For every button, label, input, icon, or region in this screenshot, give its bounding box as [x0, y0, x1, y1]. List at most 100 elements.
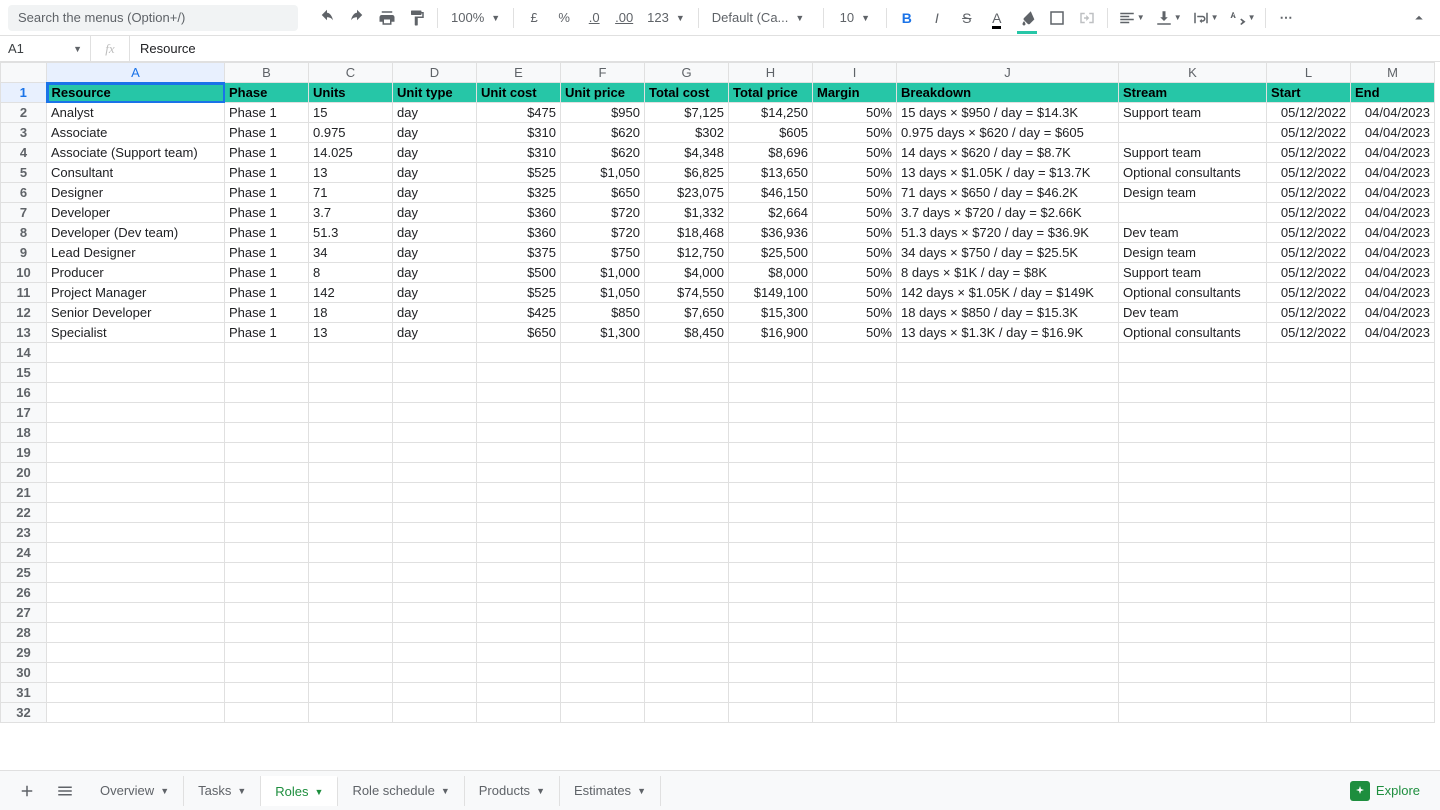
cell[interactable]: $6,825	[645, 163, 729, 183]
cell[interactable]	[897, 543, 1119, 563]
cell[interactable]	[1119, 423, 1267, 443]
cell[interactable]	[393, 643, 477, 663]
cell[interactable]	[897, 403, 1119, 423]
cell[interactable]	[477, 423, 561, 443]
cell[interactable]	[729, 463, 813, 483]
cell[interactable]: $650	[477, 323, 561, 343]
italic-button[interactable]: I	[924, 5, 950, 31]
cell[interactable]: 04/04/2023	[1351, 243, 1435, 263]
cell[interactable]	[1119, 343, 1267, 363]
cell[interactable]: $8,000	[729, 263, 813, 283]
decrease-decimal-button[interactable]: .0	[581, 5, 607, 31]
header-cell[interactable]: Unit price	[561, 83, 645, 103]
cell[interactable]	[1351, 363, 1435, 383]
column-header-C[interactable]: C	[309, 63, 393, 83]
cell[interactable]: Associate (Support team)	[47, 143, 225, 163]
cell[interactable]	[1119, 443, 1267, 463]
cell[interactable]: 04/04/2023	[1351, 223, 1435, 243]
cell[interactable]	[47, 403, 225, 423]
cell[interactable]	[393, 363, 477, 383]
cell[interactable]	[1351, 463, 1435, 483]
cell[interactable]	[897, 603, 1119, 623]
cell[interactable]: $8,696	[729, 143, 813, 163]
cell[interactable]	[309, 363, 393, 383]
cell[interactable]	[1119, 363, 1267, 383]
row-header[interactable]: 23	[1, 523, 47, 543]
undo-button[interactable]	[314, 5, 340, 31]
cell[interactable]	[645, 683, 729, 703]
cell[interactable]: 04/04/2023	[1351, 323, 1435, 343]
cell[interactable]: 34	[309, 243, 393, 263]
sheet-tab-role-schedule[interactable]: Role schedule▼	[338, 776, 464, 806]
cell[interactable]	[47, 643, 225, 663]
cell[interactable]: Designer	[47, 183, 225, 203]
cell[interactable]	[897, 343, 1119, 363]
column-header-E[interactable]: E	[477, 63, 561, 83]
cell[interactable]: day	[393, 163, 477, 183]
cell[interactable]	[309, 463, 393, 483]
cell[interactable]: Developer (Dev team)	[47, 223, 225, 243]
cell[interactable]	[1351, 483, 1435, 503]
cell[interactable]: Design team	[1119, 183, 1267, 203]
cell[interactable]	[47, 483, 225, 503]
column-header-G[interactable]: G	[645, 63, 729, 83]
cell[interactable]: 04/04/2023	[1351, 203, 1435, 223]
cell[interactable]: $425	[477, 303, 561, 323]
cell[interactable]	[645, 383, 729, 403]
row-header[interactable]: 22	[1, 503, 47, 523]
cell[interactable]	[477, 563, 561, 583]
cell[interactable]	[309, 583, 393, 603]
cell[interactable]: $302	[645, 123, 729, 143]
cell[interactable]	[1119, 703, 1267, 723]
cell[interactable]: Developer	[47, 203, 225, 223]
strikethrough-button[interactable]: S	[954, 5, 980, 31]
cell[interactable]	[477, 583, 561, 603]
cell[interactable]: 8 days × $1K / day = $8K	[897, 263, 1119, 283]
cell[interactable]	[561, 563, 645, 583]
text-color-button[interactable]: A	[984, 5, 1010, 31]
cell[interactable]	[225, 703, 309, 723]
cell[interactable]: Phase 1	[225, 183, 309, 203]
cell[interactable]	[645, 423, 729, 443]
cell[interactable]	[729, 383, 813, 403]
cell[interactable]: $325	[477, 183, 561, 203]
cell[interactable]	[309, 623, 393, 643]
cell[interactable]	[813, 683, 897, 703]
cell[interactable]: 50%	[813, 243, 897, 263]
cell[interactable]	[729, 623, 813, 643]
cell[interactable]	[645, 483, 729, 503]
row-header[interactable]: 29	[1, 643, 47, 663]
row-header[interactable]: 27	[1, 603, 47, 623]
sheet-tab-overview[interactable]: Overview▼	[86, 776, 184, 806]
cell[interactable]	[225, 343, 309, 363]
cell[interactable]	[645, 523, 729, 543]
cell[interactable]	[477, 483, 561, 503]
cell[interactable]	[1267, 643, 1351, 663]
cell[interactable]: day	[393, 223, 477, 243]
cell[interactable]	[1119, 483, 1267, 503]
cell[interactable]: $950	[561, 103, 645, 123]
cell[interactable]	[47, 543, 225, 563]
cell[interactable]: Dev team	[1119, 303, 1267, 323]
cell[interactable]: $1,050	[561, 283, 645, 303]
row-header[interactable]: 19	[1, 443, 47, 463]
borders-button[interactable]	[1044, 5, 1070, 31]
name-box[interactable]: A1 ▼	[0, 41, 90, 56]
cell[interactable]: day	[393, 183, 477, 203]
cell[interactable]	[729, 643, 813, 663]
cell[interactable]	[813, 703, 897, 723]
cell[interactable]: $375	[477, 243, 561, 263]
cell[interactable]	[393, 423, 477, 443]
cell[interactable]	[1267, 423, 1351, 443]
cell[interactable]: day	[393, 103, 477, 123]
cell[interactable]: Optional consultants	[1119, 323, 1267, 343]
row-header[interactable]: 14	[1, 343, 47, 363]
header-cell[interactable]: Margin	[813, 83, 897, 103]
cell[interactable]: 50%	[813, 123, 897, 143]
cell[interactable]	[393, 603, 477, 623]
cell[interactable]	[645, 503, 729, 523]
cell[interactable]	[225, 563, 309, 583]
cell[interactable]	[47, 603, 225, 623]
cell[interactable]	[1267, 363, 1351, 383]
cell[interactable]	[1351, 623, 1435, 643]
